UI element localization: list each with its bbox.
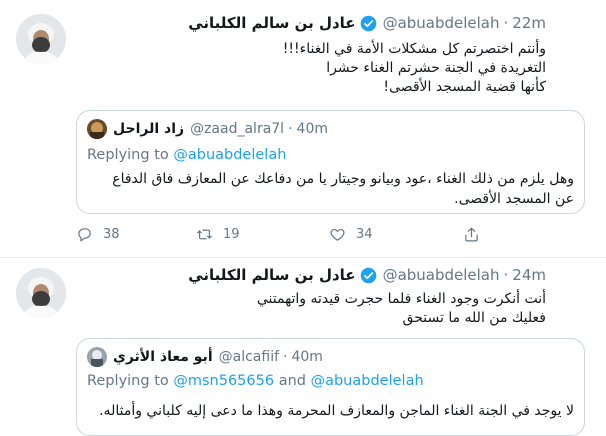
reply-button[interactable]: 38 xyxy=(76,226,196,243)
tweet-text-line: أنت أنكرت وجود الغناء فلما حجرت قيدته وا… xyxy=(256,291,546,307)
retweet-count: 19 xyxy=(223,226,240,242)
quoted-author-name: أبو معاذ الأثري xyxy=(113,349,213,365)
author-handle[interactable]: @abuabdelelah xyxy=(383,266,500,284)
tweet-actions: 38 19 34 xyxy=(76,222,506,246)
author-handle[interactable]: @abuabdelelah xyxy=(383,14,500,32)
author-name[interactable]: عادل بن سالم الكلباني xyxy=(188,14,355,32)
quoted-tweet[interactable]: أبو معاذ الأثري @alcafiif · 40m Replying… xyxy=(76,338,585,436)
tweet-text: أنت أنكرت وجود الغناء فلما حجرت قيدته وا… xyxy=(126,290,546,328)
tweet-2[interactable]: عادل بن سالم الكلباني @abuabdelelah · 24… xyxy=(0,258,606,436)
separator-dot: · xyxy=(503,14,509,32)
quoted-author-handle: @alcafiif xyxy=(218,349,280,365)
tweet-header: عادل بن سالم الكلباني @abuabdelelah · 24… xyxy=(188,264,546,286)
quoted-tweet-text: لا يوجد في الجنة الغناء الماجن والمعازف … xyxy=(99,403,574,419)
replying-to: Replying to @abuabdelelah xyxy=(87,147,286,163)
mention-link[interactable]: @abuabdelelah xyxy=(311,373,424,389)
mention-link[interactable]: @abuabdelelah xyxy=(173,147,286,163)
verified-badge-icon xyxy=(360,267,376,283)
tweet-text-line: كأنها قضية المسجد الأقصى! xyxy=(383,79,546,95)
quoted-tweet[interactable]: زاد الراحل @zaad_alra7l · 40m Replying t… xyxy=(76,110,585,214)
quoted-author-handle: @zaad_alra7l xyxy=(190,121,285,137)
quoted-tweet-timestamp: 40m xyxy=(296,121,328,137)
tweet-text: وأنتم اختصرتم كل مشكلات الأمة في الغناء!… xyxy=(126,40,546,97)
replying-to-conjunction: and xyxy=(274,373,311,389)
verified-badge-icon xyxy=(360,15,376,31)
separator-dot: · xyxy=(283,349,288,365)
like-button[interactable]: 34 xyxy=(329,226,463,243)
quoted-author-avatar xyxy=(87,347,107,367)
reply-icon xyxy=(78,227,91,241)
tweet-1[interactable]: عادل بن سالم الكلباني @abuabdelelah · 22… xyxy=(0,0,606,258)
separator-dot: · xyxy=(288,121,293,137)
mention-link[interactable]: @msn565656 xyxy=(173,373,274,389)
quoted-tweet-timestamp: 40m xyxy=(291,349,323,365)
tweet-text-line: وأنتم اختصرتم كل مشكلات الأمة في الغناء!… xyxy=(282,41,546,57)
heart-icon xyxy=(330,228,345,241)
share-button[interactable] xyxy=(463,226,490,243)
replying-to-label: Replying to xyxy=(87,147,174,163)
retweet-icon xyxy=(196,229,213,239)
reply-count: 38 xyxy=(103,226,120,242)
tweet-header: عادل بن سالم الكلباني @abuabdelelah · 22… xyxy=(188,12,546,34)
quoted-tweet-header: زاد الراحل @zaad_alra7l · 40m xyxy=(87,119,328,139)
tweet-timestamp[interactable]: 22m xyxy=(512,14,546,32)
quoted-tweet-header: أبو معاذ الأثري @alcafiif · 40m xyxy=(87,347,323,367)
tweet-timestamp[interactable]: 24m xyxy=(512,266,546,284)
separator-dot: · xyxy=(503,266,509,284)
share-icon xyxy=(465,227,478,241)
quoted-author-avatar xyxy=(87,119,107,139)
author-avatar[interactable] xyxy=(16,14,66,64)
quoted-author-name: زاد الراحل xyxy=(113,121,185,137)
tweet-text-line: فعليك من الله ما تستحق xyxy=(402,310,546,326)
author-avatar[interactable] xyxy=(16,268,66,318)
replying-to-label: Replying to xyxy=(87,373,174,389)
author-name[interactable]: عادل بن سالم الكلباني xyxy=(188,266,355,284)
tweet-text-line: التغريدة في الجنة حشرتم الغناء حشرا xyxy=(326,60,546,76)
quoted-tweet-text: وهل يلزم من ذلك الغناء ،عود وبيانو وجيتا… xyxy=(112,171,574,207)
retweet-button[interactable]: 19 xyxy=(196,226,329,243)
replying-to: Replying to @msn565656 and @abuabdelelah xyxy=(87,373,424,389)
like-count: 34 xyxy=(356,226,373,242)
